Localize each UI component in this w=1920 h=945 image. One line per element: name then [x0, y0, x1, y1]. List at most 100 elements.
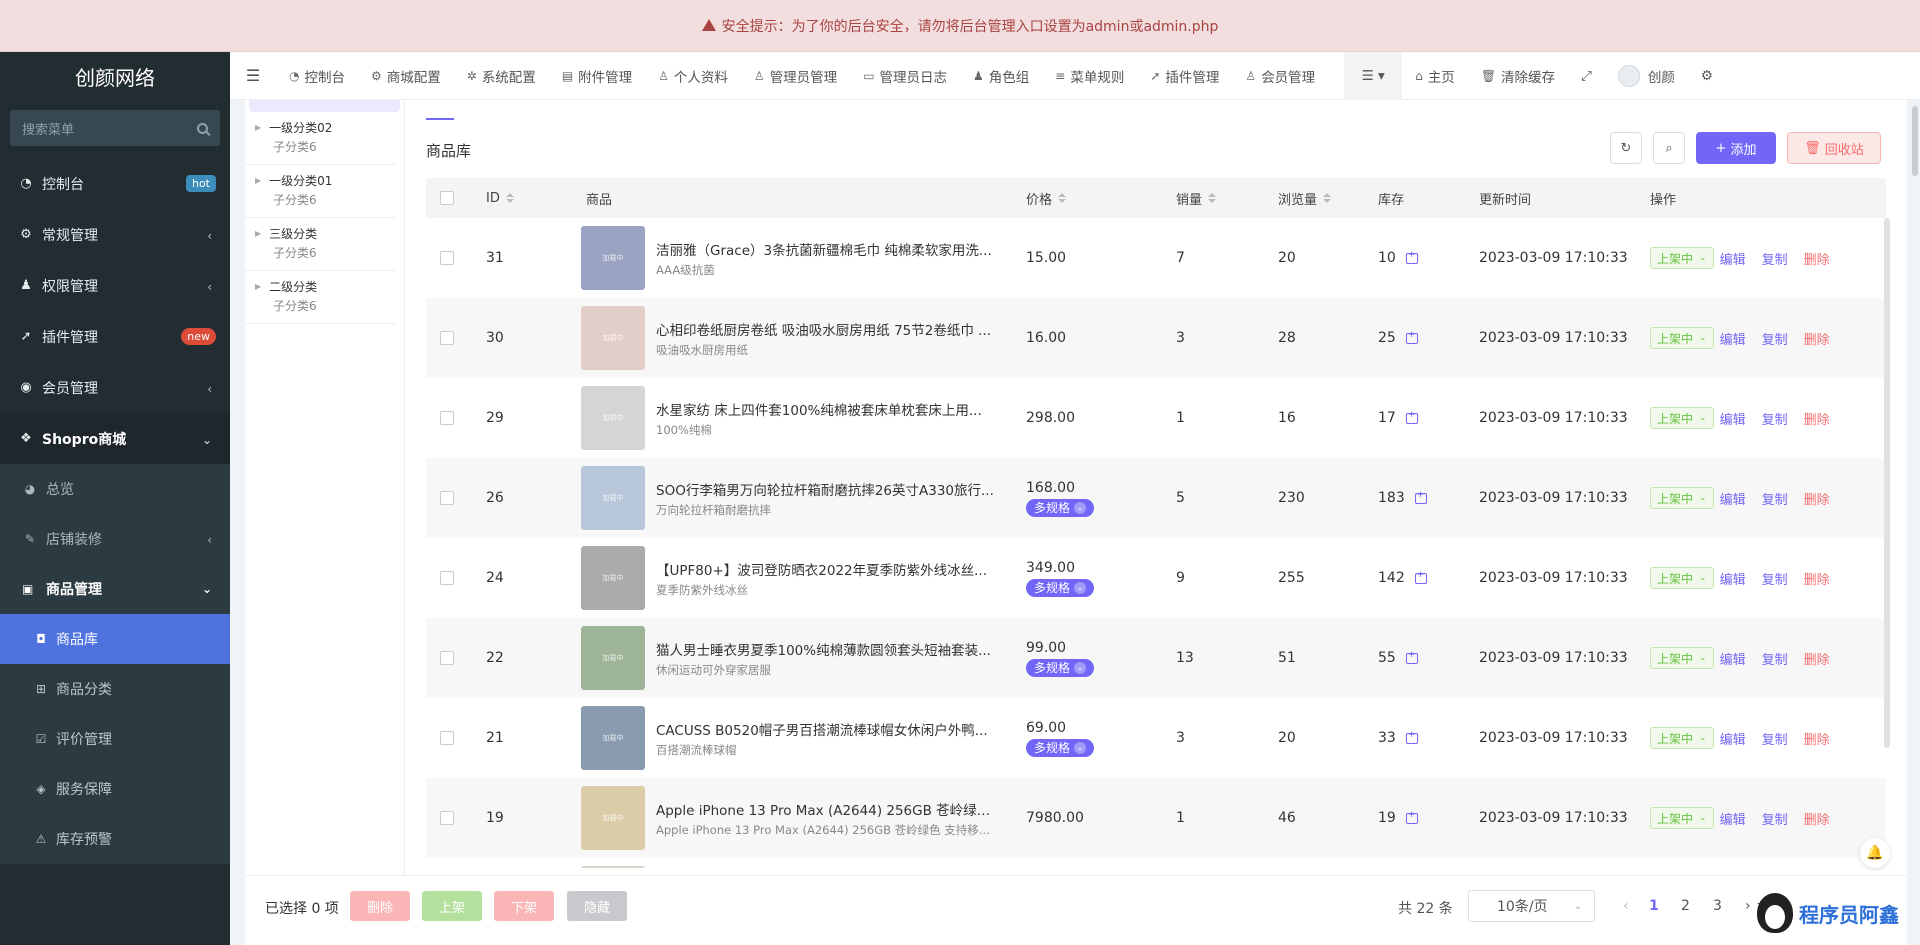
multi-spec-badge[interactable]: 多规格 ⌄ — [1026, 738, 1095, 757]
sidebar-item-goods-management[interactable]: ▣ 商品管理 ⌄ — [0, 564, 230, 614]
sidebar-item-service[interactable]: ◈ 服务保障 — [0, 764, 230, 814]
copy-button[interactable]: 复制 — [1762, 329, 1788, 348]
status-select[interactable]: 上架中 ⌄ — [1650, 327, 1714, 349]
sort-icon[interactable] — [505, 193, 514, 203]
goods-title[interactable]: 心相印卷纸厨房卷纸 吸油吸水厨房用纸 75节2卷纸巾 ... — [656, 319, 1001, 339]
sidebar-item-overview[interactable]: ◕ 总览 — [0, 464, 230, 514]
add-stock-icon[interactable] — [1405, 730, 1418, 744]
copy-button[interactable]: 复制 — [1762, 809, 1788, 828]
status-select[interactable]: 上架中 ⌄ — [1650, 727, 1714, 749]
row-checkbox[interactable] — [440, 491, 454, 505]
edit-button[interactable]: 编辑 — [1720, 729, 1746, 748]
goods-title[interactable]: 水星家纺 床上四件套100%纯棉被套床单枕套床上用... — [656, 399, 1001, 419]
status-select[interactable]: 上架中 ⌄ — [1650, 487, 1714, 509]
edit-button[interactable]: 编辑 — [1720, 329, 1746, 348]
goods-thumbnail[interactable]: 加载中 — [581, 306, 645, 370]
home-link[interactable]: ⌂ 主页 — [1402, 52, 1468, 100]
add-button[interactable]: + 添加 — [1696, 132, 1776, 164]
goods-thumbnail[interactable]: 加载中 — [581, 226, 645, 290]
nav-tab-members[interactable]: ♙ 会员管理 — [1232, 52, 1328, 100]
caret-right-icon[interactable]: ▶ — [255, 282, 261, 291]
goods-title[interactable]: 洁丽雅（Grace）3条抗菌新疆棉毛巾 纯棉柔软家用洗... — [656, 239, 1001, 259]
header-sales[interactable]: 销量 — [1176, 178, 1217, 218]
add-stock-icon[interactable] — [1405, 810, 1418, 824]
header-views[interactable]: 浏览量 — [1278, 178, 1332, 218]
category-child[interactable]: 子分类6 — [255, 295, 386, 317]
row-checkbox[interactable] — [440, 571, 454, 585]
category-node[interactable]: ▶ 一级分类02 子分类6 — [245, 112, 396, 165]
multi-spec-badge[interactable]: 多规格 ⌄ — [1026, 578, 1095, 597]
sidebar-item-reviews[interactable]: ☑ 评价管理 — [0, 714, 230, 764]
status-select[interactable]: 上架中 ⌄ — [1650, 247, 1714, 269]
category-node[interactable]: ▶ 一级分类01 子分类6 — [245, 165, 396, 218]
sidebar-item-general[interactable]: ⚙ 常规管理 ‹ — [0, 209, 230, 260]
brand-logo[interactable]: 创颜网络 — [0, 52, 230, 100]
next-page-icon[interactable]: › — [1745, 898, 1751, 914]
sidebar-search-input[interactable]: 搜索菜单 — [10, 110, 220, 146]
goods-title[interactable]: 【UPF80+】波司登防晒衣2022年夏季防紫外线冰丝... — [656, 559, 1001, 579]
sort-icon[interactable] — [1323, 193, 1332, 203]
goods-thumbnail[interactable]: 加载中 — [581, 706, 645, 770]
sidebar-item-auth[interactable]: ♟ 权限管理 ‹ — [0, 260, 230, 311]
sort-icon[interactable] — [1058, 193, 1067, 203]
nav-tab-addons[interactable]: ➚ 插件管理 — [1137, 52, 1232, 100]
edit-button[interactable]: 编辑 — [1720, 809, 1746, 828]
caret-right-icon[interactable]: ▶ — [255, 229, 261, 238]
notification-bell-button[interactable]: 🔔 — [1860, 838, 1890, 868]
copy-button[interactable]: 复制 — [1762, 569, 1788, 588]
copy-button[interactable]: 复制 — [1762, 489, 1788, 508]
nav-tab-profile[interactable]: ♙ 个人资料 — [645, 52, 741, 100]
edit-button[interactable]: 编辑 — [1720, 649, 1746, 668]
sidebar-item-stock-warning[interactable]: ⚠ 库存预警 — [0, 814, 230, 864]
add-stock-icon[interactable] — [1414, 490, 1427, 504]
recycle-bin-button[interactable]: 🗑 回收站 — [1787, 132, 1881, 164]
goods-thumbnail[interactable]: 加载中 — [581, 626, 645, 690]
row-checkbox[interactable] — [440, 651, 454, 665]
refresh-button[interactable]: ↻ — [1610, 132, 1642, 164]
caret-right-icon[interactable]: ▶ — [255, 123, 261, 132]
category-node[interactable]: ▶ 二级分类 子分类6 — [245, 271, 396, 324]
row-checkbox[interactable] — [440, 251, 454, 265]
edit-button[interactable]: 编辑 — [1720, 489, 1746, 508]
search-icon[interactable] — [197, 122, 208, 134]
status-select[interactable]: 上架中 ⌄ — [1650, 647, 1714, 669]
delete-button[interactable]: 删除 — [1804, 649, 1830, 668]
delete-button[interactable]: 删除 — [1804, 489, 1830, 508]
delete-button[interactable]: 删除 — [1804, 249, 1830, 268]
goods-thumbnail[interactable]: 加载中 — [581, 466, 645, 530]
category-child[interactable]: 子分类6 — [255, 189, 386, 211]
page-1[interactable]: 1 — [1649, 898, 1659, 914]
nav-tab-attachments[interactable]: ▤ 附件管理 — [549, 52, 645, 100]
sidebar-item-dashboard[interactable]: ◔ 控制台 hot — [0, 158, 230, 209]
delete-button[interactable]: 删除 — [1804, 409, 1830, 428]
batch-on-shelf-button[interactable]: 上架 — [422, 891, 482, 921]
search-button[interactable]: ⌕ — [1653, 132, 1685, 164]
row-checkbox[interactable] — [440, 811, 454, 825]
nav-tab-admin-log[interactable]: ▭ 管理员日志 — [850, 52, 960, 100]
goods-title[interactable]: CACUSS B0520帽子男百搭潮流棒球帽女休闲户外鸭... — [656, 719, 1001, 739]
sort-icon[interactable] — [1208, 193, 1217, 203]
sidebar-item-goods-category[interactable]: ⊞ 商品分类 — [0, 664, 230, 714]
goods-title[interactable]: Apple iPhone 13 Pro Max (A2644) 256GB 苍岭… — [656, 799, 1001, 819]
sidebar-item-decorate[interactable]: ✎ 店铺装修 ‹ — [0, 514, 230, 564]
multi-spec-badge[interactable]: 多规格 ⌄ — [1026, 658, 1095, 677]
goods-thumbnail[interactable]: 加载中 — [581, 546, 645, 610]
sidebar-item-members[interactable]: ◉ 会员管理 ‹ — [0, 362, 230, 413]
sidebar-item-goods-library[interactable]: ◘ 商品库 — [0, 614, 230, 664]
page-size-select[interactable]: 10条/页 ⌄ — [1468, 890, 1595, 922]
multi-spec-badge[interactable]: 多规格 ⌄ — [1026, 498, 1095, 517]
page-scrollbar[interactable] — [1912, 106, 1918, 176]
nav-tab-system-config[interactable]: ✲ 系统配置 — [454, 52, 549, 100]
category-selected-bar[interactable] — [249, 100, 400, 112]
header-price[interactable]: 价格 — [1026, 178, 1067, 218]
caret-right-icon[interactable]: ▶ — [255, 176, 261, 185]
goods-title[interactable]: SOO行李箱男万向轮拉杆箱耐磨抗摔26英寸A330旅行... — [656, 479, 1001, 499]
copy-button[interactable]: 复制 — [1762, 249, 1788, 268]
user-menu[interactable]: 创颜 — [1605, 52, 1688, 100]
sidebar-toggle-button[interactable]: ☰ — [230, 52, 276, 100]
settings-button[interactable]: ⚙ — [1688, 52, 1726, 100]
row-checkbox[interactable] — [440, 331, 454, 345]
page-3[interactable]: 3 — [1713, 898, 1722, 914]
edit-button[interactable]: 编辑 — [1720, 409, 1746, 428]
delete-button[interactable]: 删除 — [1804, 329, 1830, 348]
